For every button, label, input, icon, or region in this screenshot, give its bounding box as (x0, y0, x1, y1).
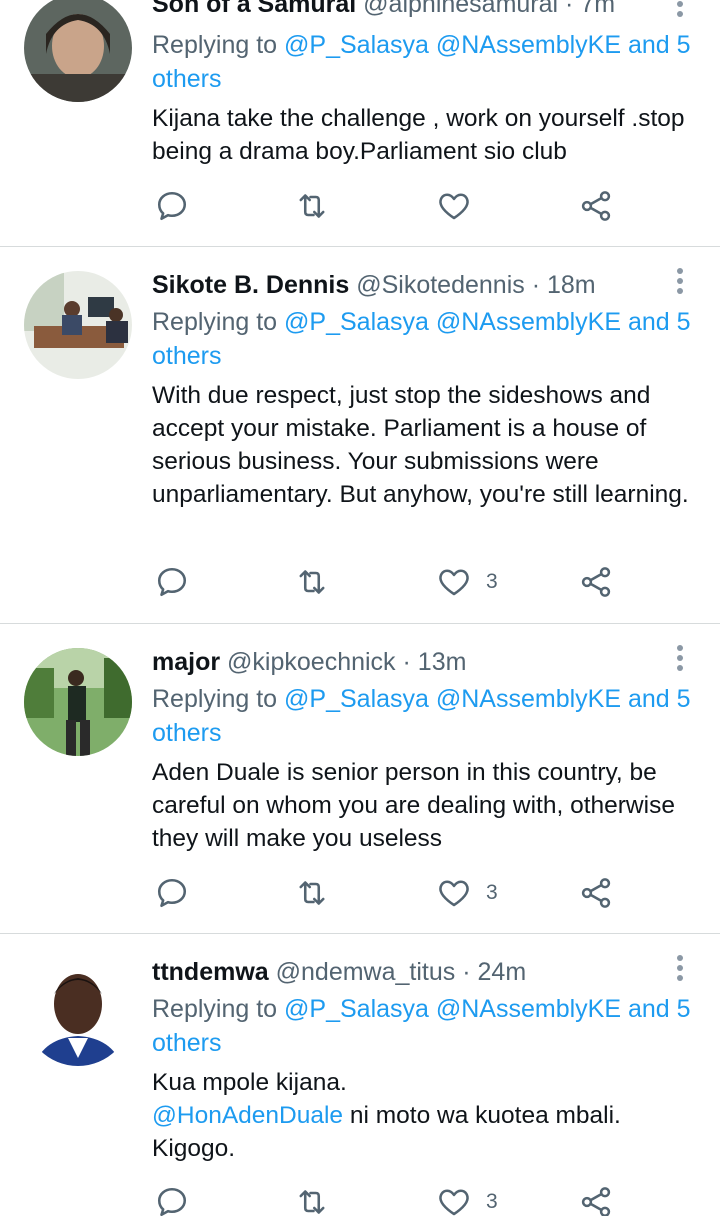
reply-button[interactable] (154, 1182, 190, 1216)
reply-icon (157, 878, 187, 908)
tweet-actions: 3 (152, 873, 632, 913)
share-icon (581, 191, 611, 221)
retweet-button[interactable] (294, 873, 330, 913)
replying-prefix: Replying to (152, 685, 278, 713)
tweet-text-fragment: ni moto wa kuotea mbali. (343, 1102, 621, 1129)
tweet-text: With due respect, just stop the sideshow… (152, 382, 689, 508)
handle[interactable]: @ndemwa_titus (276, 958, 456, 986)
handle[interactable]: @kipkoechnick (227, 648, 396, 676)
like-button[interactable]: 3 (436, 873, 498, 913)
heart-icon (439, 193, 469, 220)
timestamp[interactable]: 18m (547, 271, 596, 299)
tweet-4[interactable]: ttndemwa @ndemwa_titus · 24m Replying to… (0, 934, 720, 1216)
tweet-3[interactable]: major @kipkoechnick · 13m Replying to @P… (0, 624, 720, 933)
tweet-header: Sikote B. Dennis @Sikotedennis · 18m (152, 269, 660, 301)
reply-icon (157, 191, 187, 221)
reply-button[interactable] (154, 873, 190, 913)
reply-feed: Son of a Samurai @alphinesamurai · 7m Re… (0, 0, 720, 1216)
mention-link[interactable]: @HonAdenDuale (152, 1102, 343, 1129)
reply-button[interactable] (154, 186, 190, 226)
more-vertical-icon[interactable] (670, 265, 690, 297)
replying-to: Replying to @P_Salasya @NAssemblyKE and … (152, 305, 696, 373)
separator: · (462, 958, 471, 986)
like-button[interactable] (436, 186, 486, 226)
timestamp[interactable]: 7m (580, 0, 615, 18)
heart-icon (439, 569, 469, 596)
handle[interactable]: @Sikotedennis (356, 271, 525, 299)
avatar[interactable] (24, 271, 132, 379)
tweet-text: Kijana take the challenge , work on your… (152, 105, 685, 165)
like-count: 3 (486, 570, 498, 593)
separator: · (531, 271, 541, 299)
more-vertical-icon[interactable] (670, 0, 690, 20)
avatar[interactable] (24, 958, 132, 1066)
replying-to: Replying to @P_Salasya @NAssemblyKE and … (152, 992, 696, 1060)
separator: · (402, 648, 411, 676)
replying-to: Replying to @P_Salasya @NAssemblyKE and … (152, 682, 696, 750)
retweet-button[interactable] (294, 562, 330, 602)
handle[interactable]: @alphinesamurai (363, 0, 558, 18)
tweet-header: ttndemwa @ndemwa_titus · 24m (152, 956, 660, 988)
display-name[interactable]: Son of a Samurai (152, 0, 356, 18)
avatar[interactable] (24, 0, 132, 102)
retweet-icon (299, 570, 325, 594)
share-icon (581, 878, 611, 908)
tweet-text-line: @HonAdenDuale ni moto wa kuotea mbali. (152, 1099, 700, 1132)
tweet-text-line: Kua mpole kijana. (152, 1069, 347, 1096)
display-name[interactable]: Sikote B. Dennis (152, 271, 349, 299)
replying-prefix: Replying to (152, 995, 278, 1023)
more-vertical-icon[interactable] (670, 952, 690, 984)
share-button[interactable] (578, 873, 614, 913)
share-button[interactable] (578, 186, 614, 226)
timestamp[interactable]: 13m (418, 648, 467, 676)
retweet-icon (299, 1190, 325, 1214)
heart-icon (439, 880, 469, 907)
more-vertical-icon[interactable] (670, 642, 690, 674)
replying-prefix: Replying to (152, 31, 278, 59)
heart-icon (439, 1189, 469, 1216)
display-name[interactable]: major (152, 648, 220, 676)
like-button[interactable]: 3 (436, 1182, 498, 1216)
tweet-text-line: Kigogo. (152, 1135, 236, 1162)
retweet-button[interactable] (294, 1182, 330, 1216)
share-button[interactable] (578, 562, 614, 602)
share-button[interactable] (578, 1182, 614, 1216)
reply-button[interactable] (154, 562, 190, 602)
tweet-text: Aden Duale is senior person in this coun… (152, 759, 675, 852)
reply-icon (157, 1187, 187, 1216)
timestamp[interactable]: 24m (478, 958, 527, 986)
tweet-header: Son of a Samurai @alphinesamurai · 7m (152, 0, 660, 20)
like-count: 3 (486, 881, 498, 904)
like-button[interactable]: 3 (436, 562, 498, 602)
display-name[interactable]: ttndemwa (152, 958, 269, 986)
reply-icon (157, 567, 187, 597)
retweet-button[interactable] (294, 186, 330, 226)
share-icon (581, 1187, 611, 1216)
tweet-actions: 3 (152, 1182, 632, 1216)
tweet-1[interactable]: Son of a Samurai @alphinesamurai · 7m Re… (0, 0, 720, 246)
tweet-actions: 3 (152, 562, 632, 602)
like-count: 3 (486, 1190, 498, 1213)
retweet-icon (299, 881, 325, 905)
tweet-actions (152, 186, 632, 226)
share-icon (581, 567, 611, 597)
tweet-text: Kua mpole kijana. @HonAdenDuale ni moto … (152, 1066, 700, 1165)
avatar[interactable] (24, 648, 132, 756)
tweet-2[interactable]: Sikote B. Dennis @Sikotedennis · 18m Rep… (0, 247, 720, 623)
separator: · (565, 0, 574, 18)
replying-prefix: Replying to (152, 308, 278, 336)
retweet-icon (299, 194, 325, 218)
replying-to: Replying to @P_Salasya @NAssemblyKE and … (152, 28, 696, 96)
tweet-header: major @kipkoechnick · 13m (152, 646, 660, 678)
